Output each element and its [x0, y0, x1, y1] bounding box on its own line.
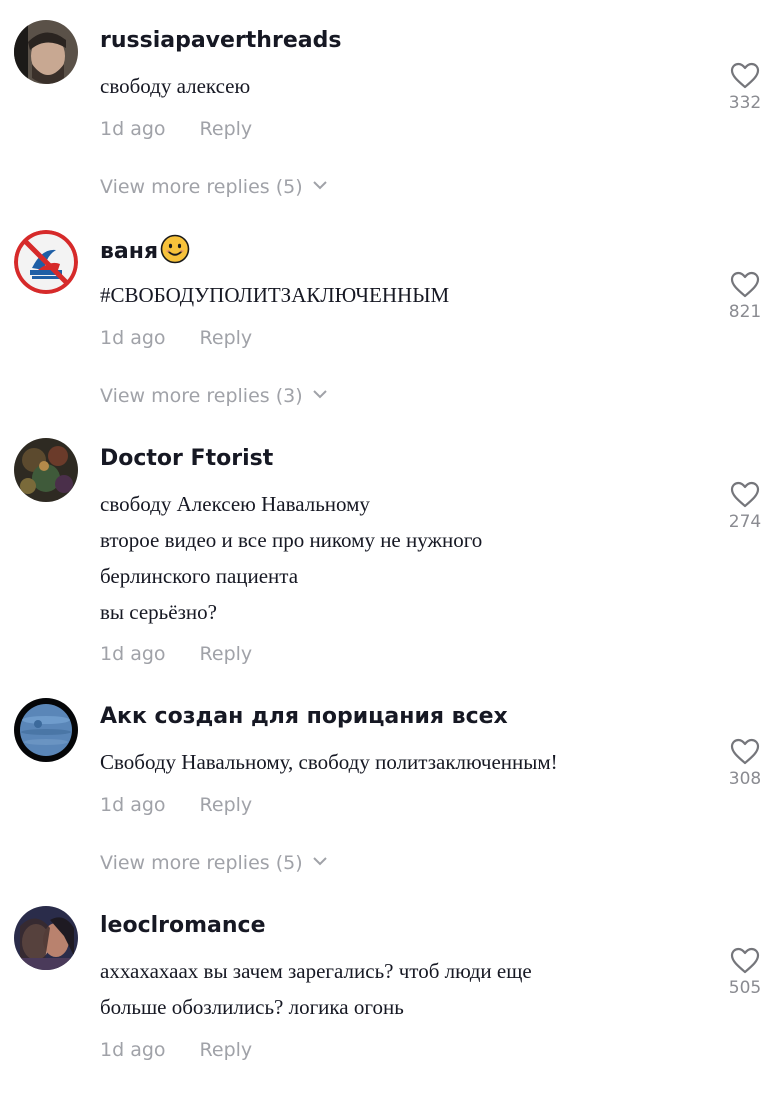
view-more-replies-button[interactable]: View more replies (3) [100, 383, 327, 409]
comment-text-line: Свободу Навальному, свободу политзаключе… [100, 750, 558, 774]
chevron-down-icon [312, 857, 327, 866]
comment-time: 1d ago [100, 1039, 166, 1061]
heart-outline-icon [730, 947, 760, 974]
comment-meta: 1d ago Reply [100, 641, 252, 667]
avatar[interactable] [14, 698, 78, 762]
username-text: ваня [100, 239, 159, 264]
avatar[interactable] [14, 906, 78, 970]
like-button[interactable]: 505 [722, 947, 768, 999]
comment-text-line: аххахахаах вы зачем зарегались? чтоб люд… [100, 959, 532, 983]
like-count: 505 [728, 978, 762, 998]
comment-text: свободу Алексею Навальному второе видео … [100, 486, 482, 630]
username[interactable]: russiapaverthreads [100, 26, 341, 56]
comment-text-line: вы серьёзно? [100, 600, 217, 624]
view-more-replies-label: View more replies (5) [100, 176, 303, 198]
username[interactable]: ваня [100, 234, 190, 267]
avatar[interactable] [14, 20, 78, 84]
comment-text-line: больше обозлились? логика огонь [100, 995, 404, 1019]
comment-text: аххахахаах вы зачем зарегались? чтоб люд… [100, 953, 532, 1025]
comment-text-line: #СВОБОДУПОЛИТЗАКЛЮЧЕННЫМ [100, 283, 450, 307]
comment-meta: 1d ago Reply [100, 1037, 252, 1063]
like-button[interactable]: 308 [722, 738, 768, 790]
comment-text: #СВОБОДУПОЛИТЗАКЛЮЧЕННЫМ [100, 277, 449, 313]
comment-meta: 1d ago Reply [100, 325, 252, 351]
comment-text-line: свободу Алексею Навальному [100, 492, 370, 516]
like-count: 274 [728, 512, 762, 532]
heart-outline-icon [730, 481, 760, 508]
comment-text: свободу алексею [100, 68, 250, 104]
comment-time: 1d ago [100, 794, 166, 816]
like-count: 308 [728, 769, 762, 789]
reply-button[interactable]: Reply [200, 1039, 253, 1061]
comment-text-line: берлинского пациента [100, 564, 299, 588]
like-count: 332 [728, 93, 762, 113]
avatar[interactable] [14, 230, 78, 294]
view-more-replies-button[interactable]: View more replies (5) [100, 174, 327, 200]
reply-button[interactable]: Reply [200, 643, 253, 665]
heart-outline-icon [730, 62, 760, 89]
chevron-down-icon [312, 181, 327, 190]
like-button[interactable]: 821 [722, 271, 768, 323]
reply-button[interactable]: Reply [200, 327, 253, 349]
chevron-down-icon [312, 390, 327, 399]
like-count: 821 [728, 302, 762, 322]
comment-text: Свободу Навальному, свободу политзаключе… [100, 744, 558, 780]
comment-time: 1d ago [100, 327, 166, 349]
view-more-replies-label: View more replies (5) [100, 852, 303, 874]
username[interactable]: Акк создан для порицания всех [100, 702, 508, 732]
like-button[interactable]: 274 [722, 481, 768, 533]
comment-time: 1d ago [100, 118, 166, 140]
comment-meta: 1d ago Reply [100, 116, 252, 142]
like-button[interactable]: 332 [722, 62, 768, 114]
comment-text-line: второе видео и все про никому не нужного [100, 528, 483, 552]
reply-button[interactable]: Reply [200, 118, 253, 140]
username[interactable]: Doctor Ftorist [100, 444, 273, 474]
comment-text-line: свободу алексею [100, 74, 251, 98]
comment-time: 1d ago [100, 643, 166, 665]
avatar[interactable] [14, 438, 78, 502]
username[interactable]: leoclromance [100, 911, 266, 941]
heart-outline-icon [730, 738, 760, 765]
comment-meta: 1d ago Reply [100, 792, 252, 818]
view-more-replies-button[interactable]: View more replies (5) [100, 850, 327, 876]
reply-button[interactable]: Reply [200, 794, 253, 816]
view-more-replies-label: View more replies (3) [100, 385, 303, 407]
smiling-face-emoji [160, 234, 190, 264]
heart-outline-icon [730, 271, 760, 298]
